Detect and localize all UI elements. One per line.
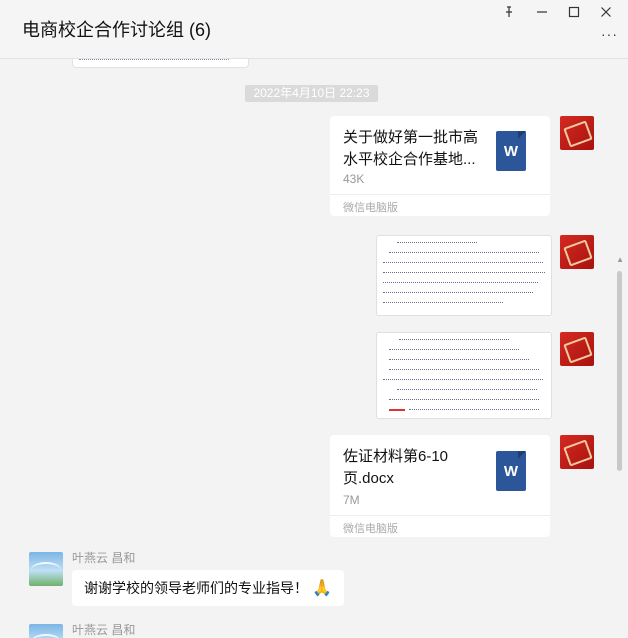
avatar[interactable] (560, 435, 594, 469)
scrollbar-thumb[interactable] (617, 271, 622, 471)
more-options-icon[interactable]: ··· (601, 26, 618, 42)
message-text: 谢谢学校的领导老师们的专业指导！ (84, 580, 308, 596)
close-icon[interactable] (594, 2, 618, 22)
image-message[interactable] (376, 332, 552, 419)
scroll-up-icon[interactable]: ▲ (616, 255, 624, 264)
avatar[interactable] (560, 116, 594, 150)
maximize-icon[interactable] (562, 2, 586, 22)
divider (330, 194, 550, 195)
title-bar: 电商校企合作讨论组 (6) ··· (0, 0, 628, 59)
word-file-icon: W (496, 451, 526, 491)
file-size: 43K (343, 172, 365, 186)
file-name: 关于做好第一批市高水平校企合作基地... (343, 129, 479, 168)
sender-name: 叶燕云 昌和 (72, 623, 136, 637)
chat-area[interactable]: 2022年4月10日 22:23 关于做好第一批市高水平校企合作基地... 43… (0, 59, 628, 638)
file-message[interactable]: 关于做好第一批市高水平校企合作基地... 43K W 微信电脑版 (330, 116, 550, 216)
image-content (79, 59, 229, 60)
pin-icon[interactable] (497, 2, 521, 22)
file-message[interactable]: 佐证材料第6-10页.docx 7M W 微信电脑版 (330, 435, 550, 537)
file-source: 微信电脑版 (343, 202, 398, 214)
avatar[interactable] (560, 332, 594, 366)
timestamp: 2022年4月10日 22:23 (245, 85, 378, 102)
image-message-partial[interactable] (72, 59, 249, 68)
red-arrow-mark (389, 409, 405, 411)
text-message[interactable]: 谢谢学校的领导老师们的专业指导！ 🙏 (72, 570, 344, 606)
file-name: 佐证材料第6-10页.docx (343, 448, 449, 487)
file-size: 7M (343, 493, 360, 507)
minimize-icon[interactable] (530, 2, 554, 22)
avatar[interactable] (29, 624, 63, 638)
praying-hands-icon: 🙏 (312, 580, 332, 597)
sender-name: 叶燕云 昌和 (72, 551, 136, 565)
word-file-icon: W (496, 131, 526, 171)
file-source: 微信电脑版 (343, 523, 398, 535)
image-message[interactable] (376, 235, 552, 316)
avatar[interactable] (29, 552, 63, 586)
divider (330, 515, 550, 516)
avatar[interactable] (560, 235, 594, 269)
chat-title: 电商校企合作讨论组 (6) (22, 20, 211, 40)
